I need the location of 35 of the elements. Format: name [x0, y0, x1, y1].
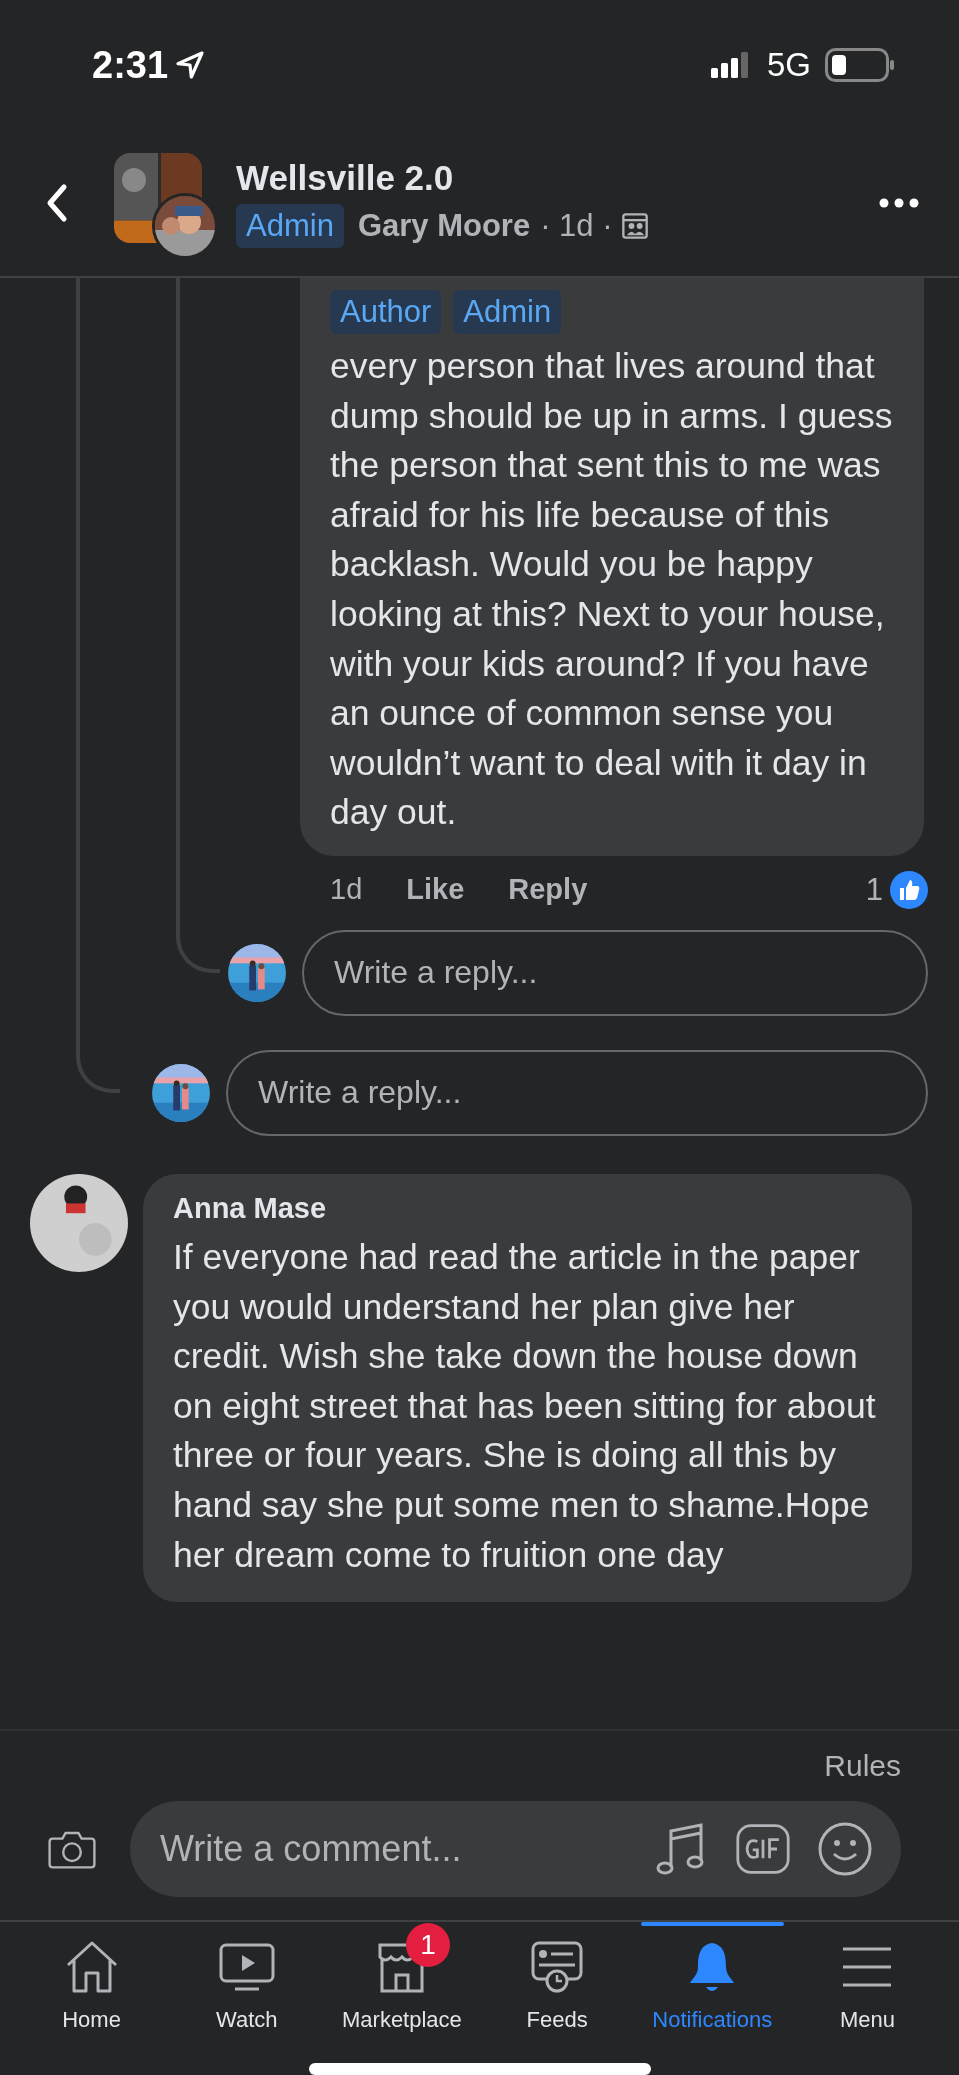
clock-time: 2:31 — [92, 43, 169, 87]
admin-tag: Admin — [236, 204, 344, 248]
battery-icon — [825, 48, 895, 82]
author-name[interactable]: Gary Moore — [357, 208, 531, 244]
tab-item[interactable]: Feeds — [479, 1922, 635, 2049]
tab-item[interactable]: Notifications — [634, 1922, 790, 2049]
more-icon[interactable] — [879, 198, 919, 208]
reply-field[interactable]: Write a reply... — [302, 929, 928, 1016]
thumbs-up-icon — [889, 869, 929, 910]
tab-item[interactable]: Menu — [789, 1922, 946, 2049]
commenter-name[interactable]: Anna Mase — [173, 1191, 886, 1225]
comment-text: If everyone had read the article in the paper you would understand her plan give her credit. Wish she take down the house down on eight street that has been sitting for about three or four years. She is doing all this by hand say she put some men to shame.Hope her dream come to fruition one day — [173, 1235, 877, 1577]
reply-time: 1d — [330, 873, 363, 907]
reply-field[interactable]: Write a reply... — [226, 1049, 928, 1136]
network-label: 5G — [766, 46, 811, 84]
smiley-icon[interactable] — [817, 1821, 873, 1877]
action-link[interactable]: Like — [406, 873, 465, 907]
tab-item[interactable]: 1 Marketplace — [324, 1922, 480, 2049]
gif-icon[interactable] — [735, 1821, 791, 1877]
reaction-count: 1 — [865, 871, 883, 908]
role-tag: Admin — [453, 290, 562, 334]
group-title[interactable]: Wellsville 2.0 — [236, 158, 879, 198]
signal-icon — [710, 52, 751, 78]
action-link[interactable]: Reply — [508, 873, 588, 907]
role-tag: Author — [330, 290, 442, 334]
comment-bar[interactable]: Write a comment... — [130, 1801, 901, 1897]
tab-item[interactable]: Watch — [169, 1922, 325, 2049]
comment-field[interactable]: Write a comment... — [158, 1827, 627, 1871]
rules-link[interactable]: Rules — [824, 1749, 901, 1782]
post-time: · 1d · — [540, 208, 613, 244]
reply-text: every person that lives around that dump should be up in arms. I guess the person that sent this to me was afraid for his life because of this backlash. Would you be happy looking at this? Next to your house, with your kids around? If you have an ounce of common sense you wouldn’t want to deal with it day in day out. — [330, 345, 894, 835]
notification-badge: 1 — [405, 1923, 450, 1967]
location-arrow-icon — [174, 49, 207, 81]
tab-item[interactable]: Home — [14, 1922, 170, 2049]
group-icon — [620, 212, 649, 240]
